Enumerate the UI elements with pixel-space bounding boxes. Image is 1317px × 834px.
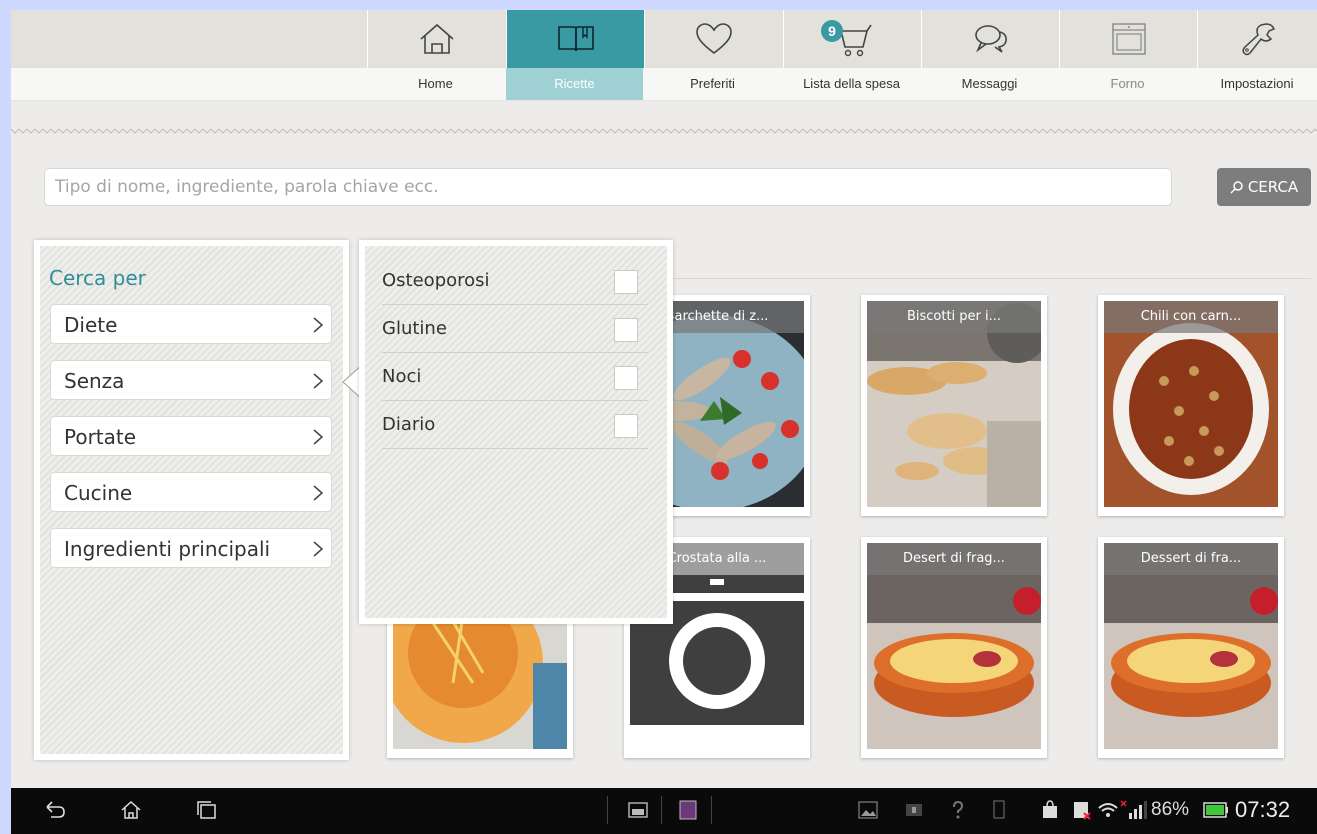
home-icon (419, 23, 454, 54)
recipe-title: Dessert di fra... (1104, 543, 1278, 575)
option-noci[interactable]: Noci (382, 352, 648, 401)
filter-title: Cerca per (49, 266, 146, 290)
chevron-right-icon (313, 485, 324, 501)
option-label: Glutine (382, 318, 447, 339)
chevron-right-icon (313, 541, 324, 557)
oven-icon (1111, 23, 1146, 55)
recipe-title: Desert di frag... (867, 543, 1041, 575)
option-checkbox[interactable] (614, 270, 638, 294)
results-divider (671, 278, 1311, 279)
recipe-image: Dessert di fra... (1104, 543, 1278, 749)
option-diario[interactable]: Diario (382, 400, 648, 449)
search-icon (1230, 181, 1243, 194)
filter-item-cucine[interactable]: Cucine (50, 472, 332, 512)
tab-lista-label: Lista della spesa (803, 76, 900, 91)
tab-preferiti[interactable]: Preferiti (644, 10, 781, 100)
recipe-image: Desert di frag... (867, 543, 1041, 749)
tab-messaggi-label: Messaggi (961, 76, 1018, 91)
option-checkbox[interactable] (614, 414, 638, 438)
filter-item-senza[interactable]: Senza (50, 360, 332, 400)
chevron-right-icon (313, 317, 324, 333)
divider (711, 796, 712, 824)
filter-item-label: Ingredienti principali (64, 537, 271, 561)
chat-icon (974, 25, 1007, 53)
system-nav-bar: 86% 07:32 (11, 788, 1317, 834)
phone-icon (993, 800, 1005, 819)
senza-options-panel: Osteoporosi Glutine Noci Diario (359, 240, 673, 624)
tab-ricette-label: Ricette (506, 68, 643, 100)
help-icon (953, 800, 964, 819)
filter-panel: Cerca per Diete Senza Portate Cucine Ing… (34, 240, 349, 760)
recent-apps-icon[interactable] (195, 799, 219, 821)
filter-item-label: Senza (64, 369, 125, 393)
option-label: Osteoporosi (382, 270, 490, 291)
tab-impostazioni[interactable]: Impostazioni (1197, 10, 1317, 100)
divider (607, 796, 608, 824)
option-checkbox[interactable] (614, 318, 638, 342)
filter-item-label: Diete (64, 313, 118, 337)
option-osteoporosi[interactable]: Osteoporosi (382, 256, 648, 305)
clock: 07:32 (1235, 797, 1291, 822)
filter-item-diete[interactable]: Diete (50, 304, 332, 344)
option-checkbox[interactable] (614, 366, 638, 390)
tab-home-label: Home (418, 76, 453, 91)
battery-percent: 86% (1151, 799, 1190, 820)
battery-icon (1203, 802, 1228, 818)
recipe-title: Chili con carn... (1104, 301, 1278, 333)
chevron-right-icon (313, 429, 324, 445)
tab-preferiti-label: Preferiti (690, 76, 735, 91)
gallery-icon (858, 801, 878, 819)
filter-item-label: Cucine (64, 481, 133, 505)
filter-item-portate[interactable]: Portate (50, 416, 332, 456)
filter-item-ingredienti[interactable]: Ingredienti principali (50, 528, 332, 568)
search-input[interactable] (44, 168, 1172, 206)
tab-forno[interactable]: Forno (1059, 10, 1196, 100)
sim-icon (1074, 802, 1091, 820)
back-icon[interactable] (43, 799, 67, 821)
recipe-card[interactable]: Desert di frag... (861, 537, 1047, 758)
notification-icon (906, 804, 922, 816)
zigzag-divider (11, 126, 1317, 136)
option-label: Noci (382, 366, 422, 387)
tab-forno-label: Forno (1110, 76, 1145, 91)
book-icon (557, 26, 594, 52)
recipe-card[interactable]: Chili con carn... (1098, 295, 1284, 516)
tab-lista-della-spesa[interactable]: 9 Lista della spesa (783, 10, 920, 100)
option-glutine[interactable]: Glutine (382, 304, 648, 353)
recipe-image: Chili con carn... (1104, 301, 1278, 507)
home-nav-icon[interactable] (119, 799, 143, 821)
divider (661, 796, 662, 824)
app-icon[interactable] (677, 799, 699, 821)
heart-icon (695, 23, 732, 55)
tab-ricette[interactable]: Ricette (506, 10, 644, 100)
option-label: Diario (382, 414, 436, 435)
wrench-icon (1242, 23, 1275, 56)
store-icon (1043, 800, 1057, 818)
window-icon[interactable] (627, 799, 649, 821)
chevron-right-icon (313, 373, 324, 389)
recipe-card[interactable]: Dessert di fra... (1098, 537, 1284, 758)
tab-messaggi[interactable]: Messaggi (921, 10, 1058, 100)
search-button-label: CERCA (1247, 178, 1299, 196)
recipe-title: Biscotti per i... (867, 301, 1041, 333)
cart-count-badge: 9 (821, 20, 843, 42)
filter-item-label: Portate (64, 425, 137, 449)
tab-home[interactable]: Home (367, 10, 504, 100)
tab-impostazioni-label: Impostazioni (1220, 76, 1294, 91)
recipe-card[interactable]: Biscotti per i... (861, 295, 1047, 516)
recipe-image: Biscotti per i... (867, 301, 1041, 507)
wifi-icon (1098, 803, 1118, 817)
search-button[interactable]: CERCA (1217, 168, 1311, 206)
signal-icon (1120, 800, 1147, 819)
app-window: Home Ricette Preferiti 9 Lista della spe… (11, 10, 1317, 788)
